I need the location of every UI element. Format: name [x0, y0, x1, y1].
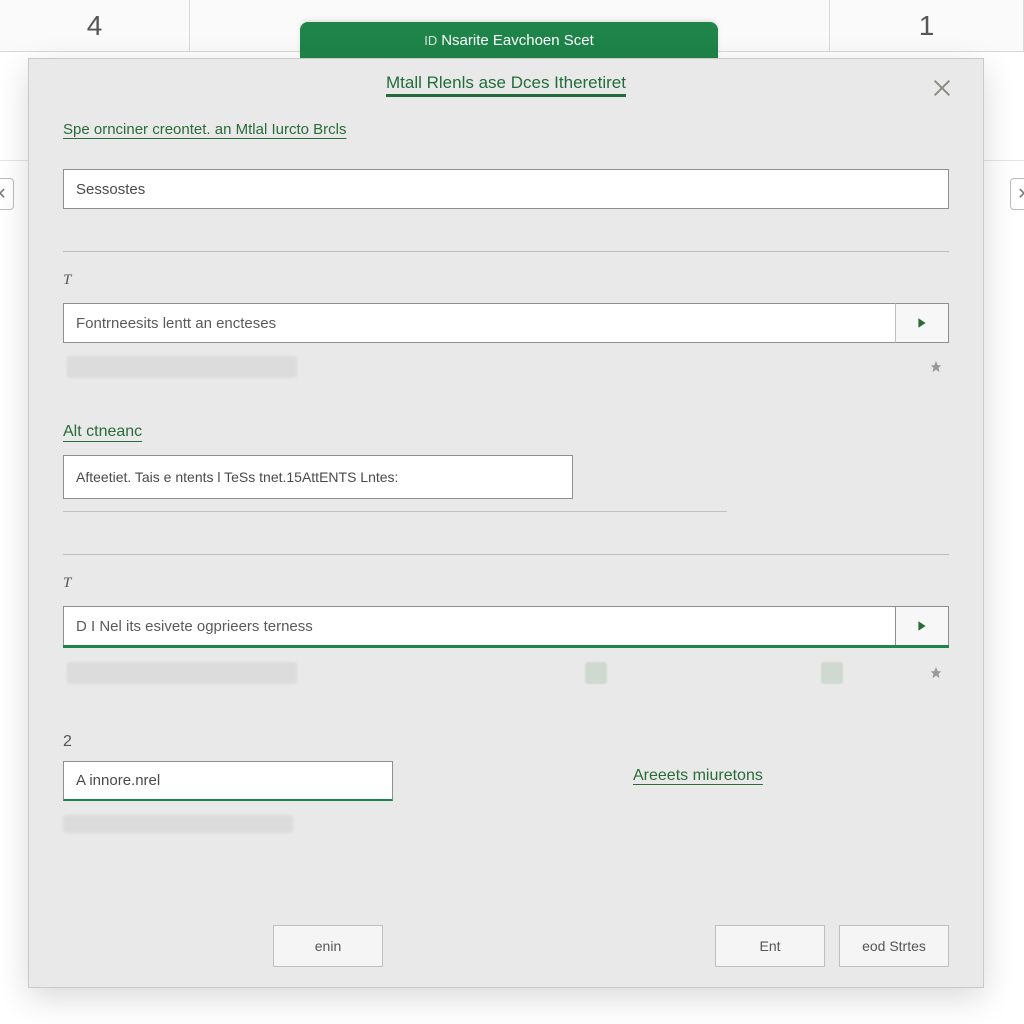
section4-input[interactable] — [63, 761, 393, 801]
active-tab[interactable]: ID Nsarite Eavchoen Scet — [300, 22, 718, 58]
row-handle-left[interactable]: ✕ — [0, 178, 14, 210]
section1-ghost-row — [63, 347, 949, 387]
section4-ghost — [63, 815, 293, 833]
dialog-title: Mtall Rlenls ase Dces Itheretiret — [63, 73, 949, 93]
divider — [63, 251, 949, 252]
intro-link[interactable]: Spe ornciner creontet. an Mtlal Iurcto B… — [63, 121, 949, 139]
section3-combo[interactable]: D I Nel its esivete ogprieers terness — [63, 606, 949, 649]
status-chip-1 — [585, 662, 607, 684]
section3-ghost-row — [63, 653, 949, 693]
close-icon[interactable] — [927, 73, 957, 103]
divider-2 — [63, 554, 949, 555]
section1-combo-input[interactable] — [63, 303, 949, 343]
ent-button[interactable]: Ent — [715, 925, 825, 967]
section2-rule — [63, 511, 727, 512]
tab-prefix: ID — [424, 33, 437, 48]
side-link[interactable]: Areeets miuretons — [633, 767, 763, 785]
row-handle-right[interactable]: ✕ — [1010, 178, 1024, 210]
section1-label: T — [63, 272, 949, 289]
section4-number: 2 — [63, 733, 393, 751]
section3-combo-input[interactable]: D I Nel its esivete ogprieers terness — [63, 606, 949, 646]
status-chip-2 — [821, 662, 843, 684]
column-header-a[interactable]: 4 — [0, 0, 190, 52]
search-input[interactable] — [63, 169, 949, 209]
pin-icon[interactable] — [927, 356, 945, 378]
pin-icon-2[interactable] — [927, 662, 945, 684]
save-button[interactable]: eod Strtes — [839, 925, 949, 967]
section3-label: T — [63, 575, 949, 592]
chevron-right-icon[interactable] — [895, 303, 949, 343]
chevron-right-icon-2[interactable] — [895, 606, 949, 646]
column-header-c[interactable]: 1 — [830, 0, 1024, 52]
dialog-footer: enin Ent eod Strtes — [63, 925, 949, 967]
main-button[interactable]: enin — [273, 925, 383, 967]
modal-dialog: Mtall Rlenls ase Dces Itheretiret Spe or… — [28, 58, 984, 988]
section1-combo[interactable] — [63, 303, 949, 343]
section2-input[interactable] — [63, 455, 573, 499]
section2-heading: Alt ctneanc — [63, 423, 949, 441]
tab-label: Nsarite Eavchoen Scet — [441, 32, 594, 49]
